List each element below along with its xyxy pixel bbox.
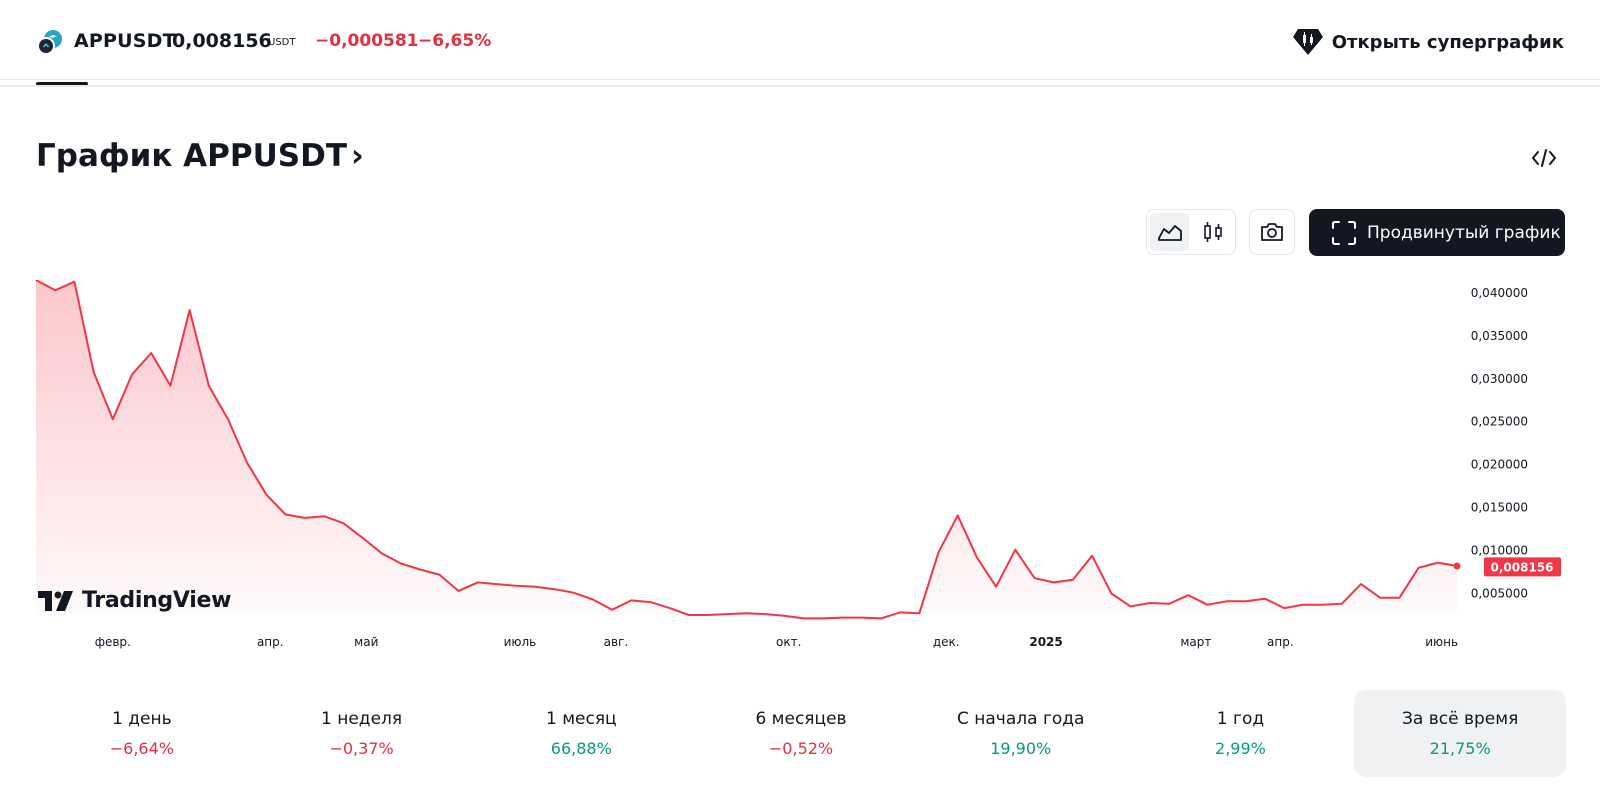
period-change-value: −0,52% xyxy=(768,739,834,758)
x-axis-tick-label: 2025 xyxy=(1029,635,1062,649)
y-axis-tick-label: 0,005000 xyxy=(1471,587,1528,601)
price-chart[interactable]: 0,040000 0,035000 0,030000 0,025000 0,020000… xyxy=(0,280,1600,665)
advanced-chart-label: Продвинутый график xyxy=(1367,222,1561,243)
chart-title-link[interactable]: График APPUSDT › xyxy=(36,138,364,174)
last-price-point xyxy=(1453,562,1461,570)
diamond-candles-icon xyxy=(1292,27,1324,57)
period-tab[interactable]: 1 день −6,64% xyxy=(36,690,248,777)
camera-icon xyxy=(1261,223,1283,241)
x-axis-tick-label: март xyxy=(1180,635,1211,649)
period-label: 1 год xyxy=(1216,709,1265,729)
x-axis-tick-label: февр. xyxy=(95,635,131,649)
snapshot-button[interactable] xyxy=(1249,209,1295,255)
price-change-absolute: −0,000581 xyxy=(315,31,419,51)
y-axis-tick-label: 0,030000 xyxy=(1471,372,1528,386)
period-tab[interactable]: 6 месяцев −0,52% xyxy=(695,690,907,777)
x-axis-tick-label: май xyxy=(354,635,378,649)
y-axis-tick-label: 0,025000 xyxy=(1471,415,1528,429)
price-area-fill xyxy=(36,280,1457,619)
x-axis-tick-label: апр. xyxy=(257,635,284,649)
period-tab[interactable]: 1 год 2,99% xyxy=(1135,690,1347,777)
x-axis-tick-label: апр. xyxy=(1267,635,1294,649)
embed-code-button[interactable] xyxy=(1528,146,1560,170)
period-change-value: 21,75% xyxy=(1429,739,1491,758)
y-axis-tick-label: 0,040000 xyxy=(1471,286,1528,300)
tradingview-logo-text: TradingView xyxy=(82,588,232,613)
period-label: 6 месяцев xyxy=(755,709,847,729)
tradingview-logo-icon xyxy=(38,590,73,611)
symbol-header: APPUSDT 0,008156 USDT −0,000581 −6,65% О… xyxy=(0,0,1600,80)
open-supercharts-button[interactable]: Открыть суперграфик xyxy=(1292,26,1564,58)
x-axis-tick-label: авг. xyxy=(604,635,629,649)
area-chart-button[interactable] xyxy=(1150,213,1189,251)
header-divider xyxy=(0,85,1600,87)
period-change-value: 2,99% xyxy=(1215,739,1266,758)
area-chart-icon xyxy=(1157,225,1182,241)
symbol-name: APPUSDT xyxy=(74,30,176,52)
y-axis-tick-label: 0,010000 xyxy=(1471,544,1528,558)
period-change-value: 66,88% xyxy=(550,739,612,758)
y-axis-tick-label: 0,035000 xyxy=(1471,329,1528,343)
period-tab[interactable]: 1 месяц 66,88% xyxy=(475,690,687,777)
code-embed-icon xyxy=(1532,149,1556,167)
period-label: С начала года xyxy=(957,709,1085,729)
period-label: 1 день xyxy=(112,709,172,729)
chevron-right-icon: › xyxy=(350,138,364,174)
period-tab[interactable]: За всё время 21,75% xyxy=(1354,690,1567,777)
period-tab[interactable]: С начала года 19,90% xyxy=(915,690,1127,777)
y-axis-tick-label: 0,020000 xyxy=(1471,458,1528,472)
price-currency: USDT xyxy=(268,37,296,48)
app-coin-logo-icon xyxy=(36,28,64,56)
period-tab[interactable]: 1 неделя −0,37% xyxy=(256,690,468,777)
open-supercharts-label: Открыть суперграфик xyxy=(1331,31,1564,53)
period-label: 1 месяц xyxy=(545,709,617,729)
period-change-value: 19,90% xyxy=(990,739,1052,758)
performance-periods: 1 день −6,64% 1 неделя −0,37% 1 месяц 66,88% 6… xyxy=(36,690,1567,777)
x-axis-tick-label: дек. xyxy=(933,635,960,649)
tradingview-watermark: TradingView xyxy=(38,588,231,613)
candles-chart-icon xyxy=(1203,222,1222,242)
period-label: За всё время xyxy=(1402,709,1519,729)
fullscreen-frame-icon xyxy=(1332,220,1356,245)
last-price: 0,008156 xyxy=(172,30,272,52)
chart-type-switcher xyxy=(1146,209,1236,255)
price-change-percent: −6,65% xyxy=(418,31,492,51)
advanced-chart-button[interactable]: Продвинутый график xyxy=(1309,209,1565,256)
chart-title-text: График APPUSDT xyxy=(36,138,347,174)
x-axis-tick-label: окт. xyxy=(776,635,801,649)
x-axis-tick-label: июль xyxy=(504,635,537,649)
candles-chart-button[interactable] xyxy=(1193,213,1232,251)
last-price-badge-label: 0,008156 xyxy=(1490,560,1553,574)
period-change-value: −0,37% xyxy=(329,739,394,758)
x-axis-tick-label: июнь xyxy=(1425,635,1458,649)
y-axis-tick-label: 0,015000 xyxy=(1471,501,1528,515)
period-label: 1 неделя xyxy=(321,709,403,729)
period-change-value: −6,64% xyxy=(109,739,174,758)
